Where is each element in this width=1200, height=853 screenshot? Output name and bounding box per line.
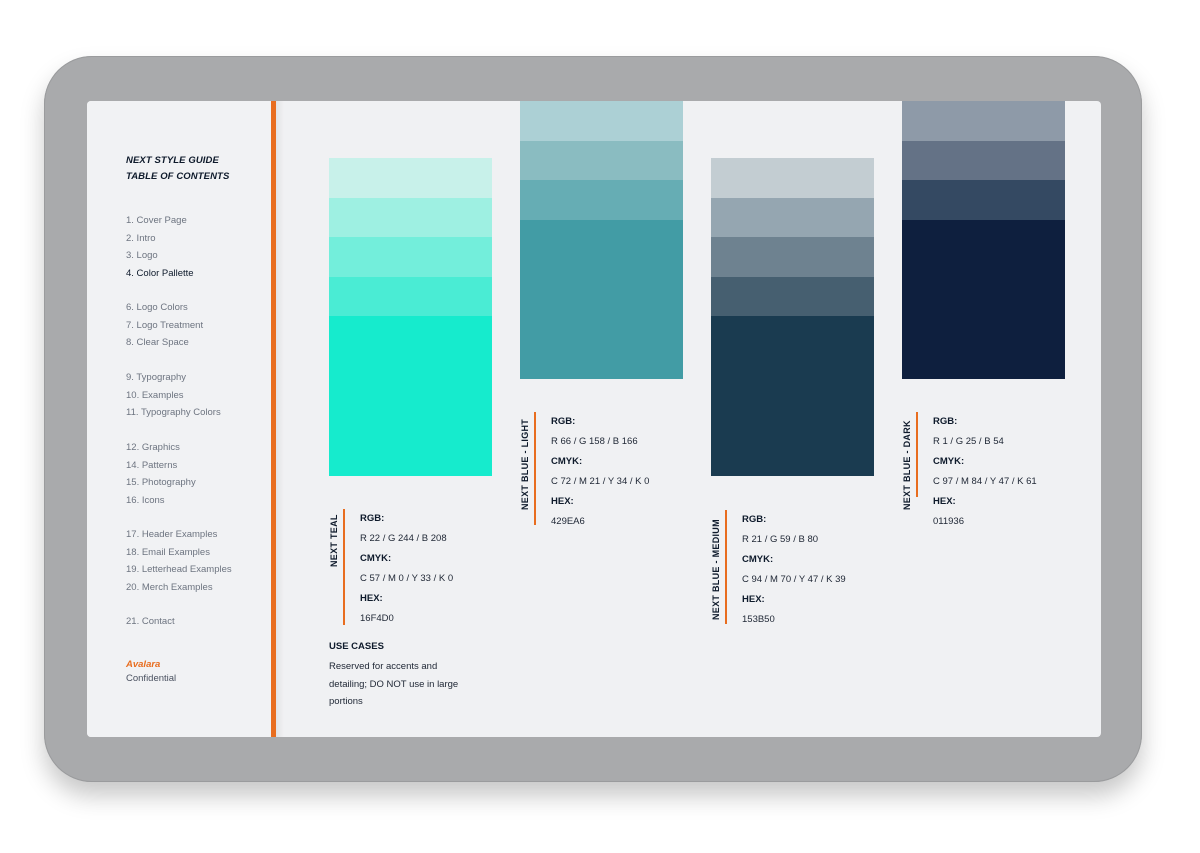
color-swatch — [329, 158, 492, 198]
toc-group: 12. Graphics 14. Patterns 15. Photography 1… — [126, 439, 266, 509]
color-swatch — [520, 141, 683, 180]
color-swatch — [902, 101, 1065, 141]
spec-values: RGB: R 66 / G 158 / B 166 CMYK: C 72 / M 21… — [551, 412, 711, 532]
rgb-value: R 1 / G 25 / B 54 — [933, 436, 1004, 447]
spec-accent-line — [916, 412, 918, 497]
hex-value: 16F4D0 — [360, 613, 394, 624]
color-swatch — [711, 237, 874, 277]
brand-logo: Avalara — [126, 659, 161, 670]
cmyk-label: CMYK: — [551, 456, 583, 467]
spec-values: RGB: R 22 / G 244 / B 208 CMYK: C 57 / M 0 … — [360, 509, 520, 629]
cmyk-value: C 94 / M 70 / Y 47 / K 39 — [742, 574, 846, 585]
toc-item[interactable]: 17. Header Examples — [126, 526, 266, 544]
toc-title-line2: TABLE OF CONTENTS — [126, 171, 230, 182]
style-guide-screen: NEXT STYLE GUIDE TABLE OF CONTENTS 1. Co… — [87, 101, 1101, 737]
color-swatch — [711, 316, 874, 476]
rgb-value: R 21 / G 59 / B 80 — [742, 534, 819, 545]
spec-values: RGB: R 1 / G 25 / B 54 CMYK: C 97 / M 84 / … — [933, 412, 1093, 532]
toc-item[interactable]: 11. Typography Colors — [126, 404, 266, 422]
toc-title-line1: NEXT STYLE GUIDE — [126, 155, 219, 166]
spec-accent-line — [343, 509, 345, 625]
color-swatch — [520, 101, 683, 141]
cmyk-label: CMYK: — [742, 554, 774, 565]
hex-value: 153B50 — [742, 614, 775, 625]
color-swatch — [329, 277, 492, 316]
toc-group: 17. Header Examples 18. Email Examples 19.… — [126, 526, 266, 596]
use-cases-text: Reserved for accents and detailing; DO N… — [329, 661, 459, 707]
color-swatch — [711, 198, 874, 237]
toc-item[interactable]: 14. Patterns — [126, 457, 266, 475]
toc-item[interactable]: 7. Logo Treatment — [126, 317, 266, 335]
toc-item[interactable]: 15. Photography — [126, 474, 266, 492]
color-swatch — [902, 220, 1065, 379]
swatch-column — [520, 101, 683, 379]
divider-shadow — [276, 101, 284, 737]
toc-item[interactable]: 4. Color Pallette — [126, 265, 266, 283]
color-swatch — [329, 198, 492, 237]
toc-item[interactable]: 19. Letterhead Examples — [126, 561, 266, 579]
color-swatch — [711, 158, 874, 198]
rgb-value: R 66 / G 158 / B 166 — [551, 436, 638, 447]
rgb-label: RGB: — [742, 514, 767, 525]
toc-group: 6. Logo Colors 7. Logo Treatment 8. Clear … — [126, 299, 266, 352]
toc-title: NEXT STYLE GUIDE TABLE OF CONTENTS — [126, 153, 266, 185]
toc-group: 21. Contact — [126, 613, 266, 631]
hex-value: 011936 — [933, 516, 964, 527]
color-swatch — [902, 180, 1065, 220]
palette-name-label: NEXT BLUE - DARK — [902, 420, 912, 510]
swatch-column — [329, 158, 492, 476]
toc-item[interactable]: 12. Graphics — [126, 439, 266, 457]
color-swatch — [902, 141, 1065, 180]
toc-item[interactable]: 16. Icons — [126, 492, 266, 510]
palette-name-label: NEXT BLUE - LIGHT — [520, 418, 530, 510]
swatch-column — [902, 101, 1065, 379]
rgb-value: R 22 / G 244 / B 208 — [360, 533, 447, 544]
hex-label: HEX: — [551, 496, 574, 507]
confidential-label: Confidential — [126, 673, 177, 684]
swatch-column — [711, 158, 874, 476]
cmyk-value: C 97 / M 84 / Y 47 / K 61 — [933, 476, 1037, 487]
color-swatch — [711, 277, 874, 316]
toc-item[interactable]: 3. Logo — [126, 247, 266, 265]
use-cases-title: USE CASES — [329, 641, 384, 652]
color-swatch — [520, 180, 683, 220]
spec-accent-line — [725, 510, 727, 624]
toc-group: 1. Cover Page 2. Intro 3. Logo 4. Color Pal… — [126, 212, 266, 282]
toc-item[interactable]: 6. Logo Colors — [126, 299, 266, 317]
toc-item[interactable]: 1. Cover Page — [126, 212, 266, 230]
palette-name-label: NEXT TEAL — [329, 514, 339, 567]
toc-item[interactable]: 20. Merch Examples — [126, 579, 266, 597]
cmyk-label: CMYK: — [360, 553, 392, 564]
toc-sidebar: NEXT STYLE GUIDE TABLE OF CONTENTS 1. Co… — [87, 101, 272, 737]
hex-label: HEX: — [360, 593, 383, 604]
hex-label: HEX: — [933, 496, 956, 507]
spec-accent-line — [534, 412, 536, 525]
hex-value: 429EA6 — [551, 516, 585, 527]
color-swatch — [329, 316, 492, 476]
palette-name-label: NEXT BLUE - MEDIUM — [711, 519, 721, 620]
rgb-label: RGB: — [551, 416, 576, 427]
toc-item[interactable]: 2. Intro — [126, 230, 266, 248]
spec-values: RGB: R 21 / G 59 / B 80 CMYK: C 94 / M 70 /… — [742, 510, 902, 630]
cmyk-value: C 57 / M 0 / Y 33 / K 0 — [360, 573, 454, 584]
color-swatch — [329, 237, 492, 277]
toc-item[interactable]: 9. Typography — [126, 369, 266, 387]
toc-item[interactable]: 18. Email Examples — [126, 544, 266, 562]
cmyk-label: CMYK: — [933, 456, 965, 467]
cmyk-value: C 72 / M 21 / Y 34 / K 0 — [551, 476, 650, 487]
color-swatch — [520, 220, 683, 379]
hex-label: HEX: — [742, 594, 765, 605]
toc-item[interactable]: 8. Clear Space — [126, 334, 266, 352]
toc-item[interactable]: 21. Contact — [126, 613, 266, 631]
toc-item[interactable]: 10. Examples — [126, 387, 266, 405]
rgb-label: RGB: — [933, 416, 958, 427]
toc-group: 9. Typography 10. Examples 11. Typography … — [126, 369, 266, 422]
rgb-label: RGB: — [360, 513, 385, 524]
